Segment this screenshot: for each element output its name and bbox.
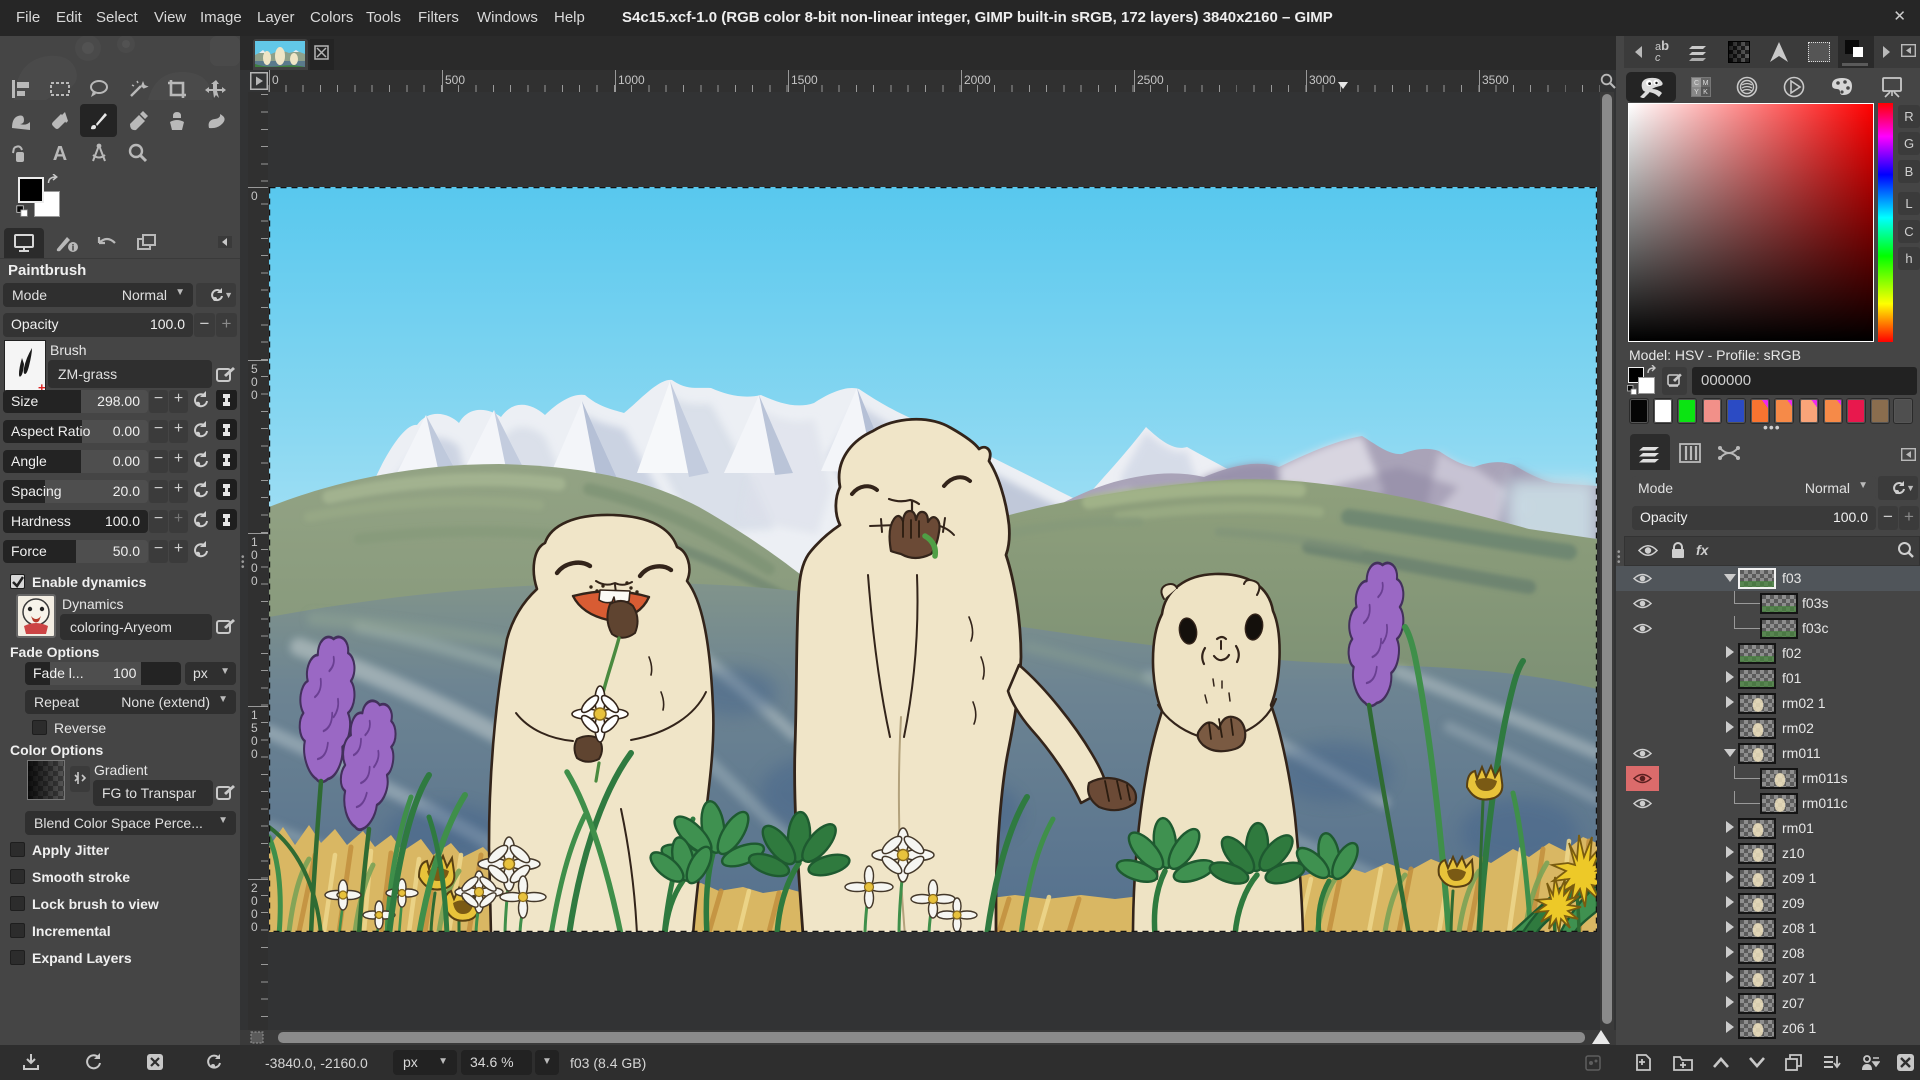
svg-text:M: M xyxy=(1703,80,1709,87)
svg-text:i: i xyxy=(72,243,75,253)
svg-text:A: A xyxy=(53,143,67,164)
svg-text:K: K xyxy=(1703,89,1708,96)
svg-text:Y: Y xyxy=(1694,89,1699,96)
svg-text:C: C xyxy=(1694,80,1699,87)
